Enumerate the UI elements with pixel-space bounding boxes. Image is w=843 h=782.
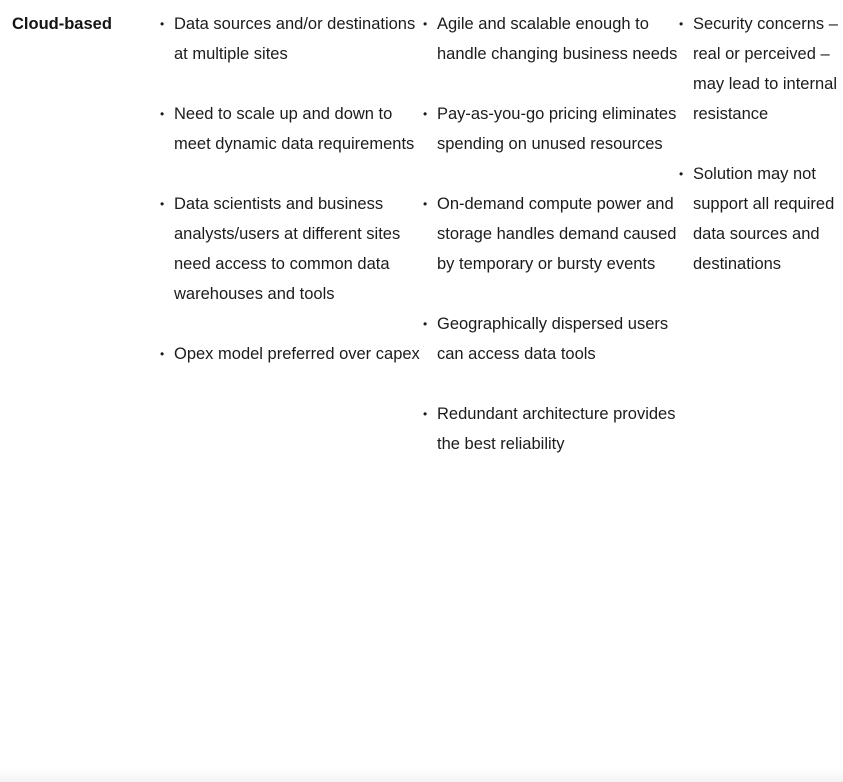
list-item: Opex model preferred over capex — [160, 339, 423, 369]
list-item: Redundant architecture provides the best… — [423, 399, 679, 459]
list-item: Security concerns – real or perceived – … — [679, 9, 843, 129]
cell-business-requirements: Data sources and/or destinations at mult… — [160, 9, 423, 369]
bullet-list-concerns: Security concerns – real or perceived – … — [679, 9, 843, 279]
list-item: Pay-as-you-go pricing eliminates spendin… — [423, 99, 679, 159]
bullet-list-business-requirements: Data sources and/or destinations at mult… — [160, 9, 423, 369]
table-row-cloud-based: Cloud-based Data sources and/or destinat… — [0, 0, 843, 459]
cell-benefits: Agile and scalable enough to handle chan… — [423, 9, 679, 459]
page-bottom-edge — [0, 752, 843, 782]
list-item: Agile and scalable enough to handle chan… — [423, 9, 679, 69]
row-header-cell: Cloud-based — [0, 9, 160, 39]
list-item: Need to scale up and down to meet dynami… — [160, 99, 423, 159]
list-item: On-demand compute power and storage hand… — [423, 189, 679, 279]
list-item: Data sources and/or destinations at mult… — [160, 9, 423, 69]
list-item: Geographically dispersed users can acces… — [423, 309, 679, 369]
row-label-cloud-based: Cloud-based — [12, 15, 112, 33]
cell-concerns: Security concerns – real or perceived – … — [679, 9, 843, 279]
list-item: Data scientists and business analysts/us… — [160, 189, 423, 309]
bullet-list-benefits: Agile and scalable enough to handle chan… — [423, 9, 679, 459]
list-item: Solution may not support all required da… — [679, 159, 843, 279]
